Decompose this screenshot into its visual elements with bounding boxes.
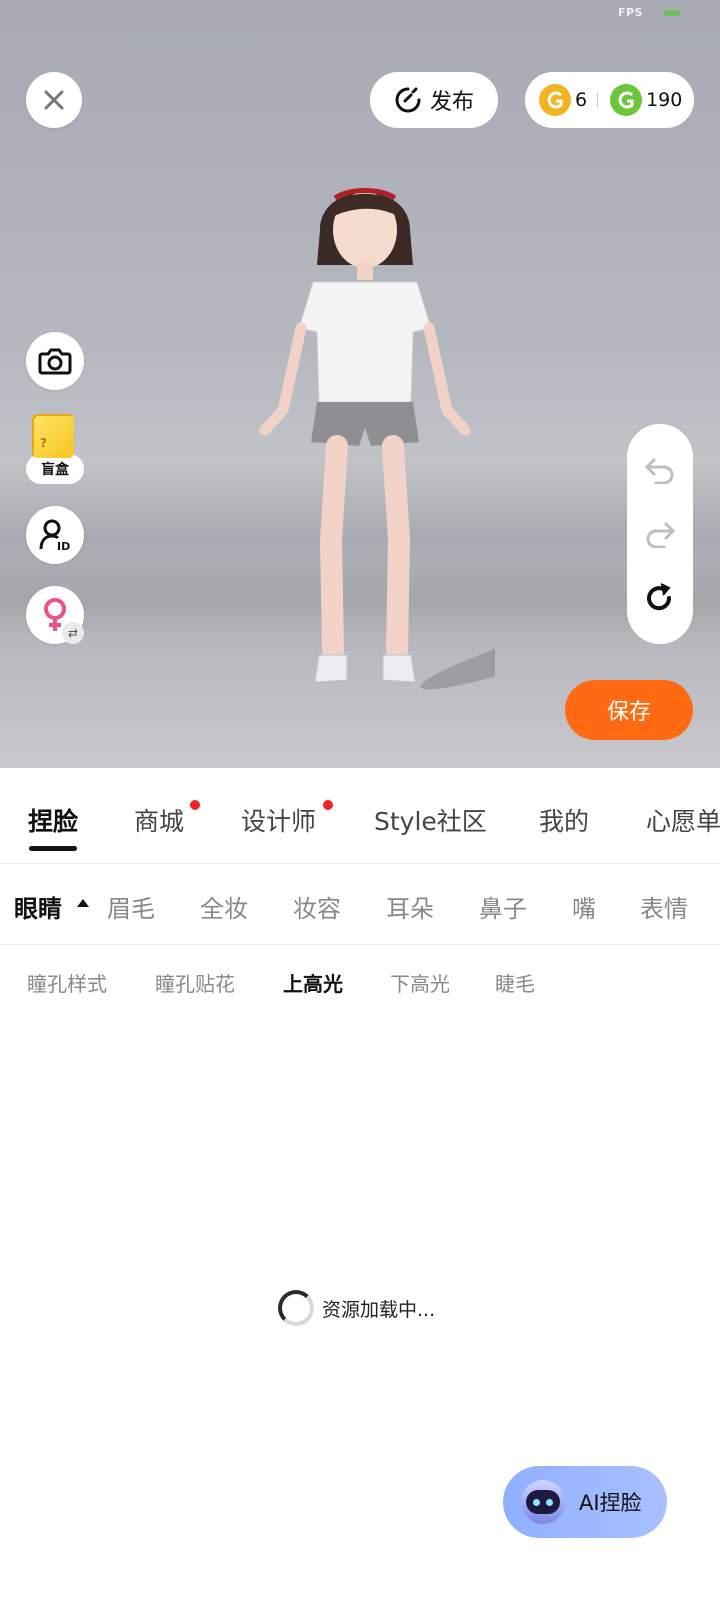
camera-button[interactable]	[26, 332, 84, 390]
avatar-viewport[interactable]: FPS 发布 6 190 盲盒 ? ID ⇄ 保存	[0, 0, 720, 768]
publish-icon	[395, 87, 421, 113]
subtab-makeup[interactable]: 妆容	[293, 889, 341, 924]
caret-up-icon	[77, 899, 89, 907]
loading-text: 资源加载中...	[322, 1298, 436, 1321]
publish-button[interactable]: 发布	[370, 72, 498, 128]
reset-button[interactable]	[640, 578, 680, 618]
tab-face[interactable]: 捏脸	[28, 802, 78, 838]
close-button[interactable]	[26, 72, 82, 128]
tab-designer[interactable]: 设计师	[241, 802, 316, 838]
subtab-eyes[interactable]: 眼睛	[14, 889, 62, 924]
redo-button[interactable]	[640, 514, 680, 554]
tab-style-community[interactable]: Style社区	[374, 802, 487, 838]
undo-icon	[644, 458, 674, 484]
robot-icon	[521, 1480, 565, 1524]
subtab-ears[interactable]: 耳朵	[386, 889, 434, 924]
blindbox-icon: ?	[32, 414, 74, 458]
blindbox-label: 盲盒	[26, 454, 84, 484]
save-button[interactable]: 保存	[565, 680, 693, 740]
close-icon	[44, 90, 64, 110]
gold-coin-count: 6	[575, 89, 588, 111]
fps-indicator	[664, 10, 680, 16]
designer-notification-dot	[323, 800, 333, 810]
gender-switch-button[interactable]: ⇄	[26, 586, 84, 644]
option-pupil-decal[interactable]: 瞳孔贴花	[155, 968, 235, 997]
swap-icon: ⇄	[62, 622, 84, 644]
save-label: 保存	[606, 700, 651, 725]
subtab-nose[interactable]: 鼻子	[479, 889, 527, 924]
option-pupil-style[interactable]: 瞳孔样式	[27, 968, 107, 997]
avatar-id-button[interactable]: ID	[26, 506, 84, 564]
user-id-icon: ID	[39, 519, 70, 552]
main-tabs: 捏脸 商城 设计师 Style社区 我的 心愿单	[0, 770, 720, 864]
undo-button[interactable]	[640, 450, 680, 490]
store-notification-dot	[190, 800, 200, 810]
coin-divider	[597, 93, 599, 107]
eye-option-tabs: 瞳孔样式 瞳孔贴花 上高光 下高光 睫毛	[0, 946, 720, 1020]
subtab-full-makeup[interactable]: 全妆	[200, 889, 248, 924]
redo-icon	[646, 522, 676, 548]
currency-balance[interactable]: 6 190	[525, 72, 694, 128]
active-tab-indicator	[29, 846, 77, 851]
svg-text:ID: ID	[57, 540, 70, 552]
green-coin-icon	[610, 84, 643, 116]
loading-indicator: 资源加载中...	[278, 1290, 435, 1326]
option-lower-highlight[interactable]: 下高光	[390, 968, 450, 997]
camera-icon	[38, 348, 72, 375]
green-coin-count: 190	[646, 89, 683, 111]
history-panel	[627, 424, 693, 644]
publish-label: 发布	[429, 90, 474, 115]
blindbox-button[interactable]: 盲盒 ?	[26, 414, 84, 484]
fps-label: FPS	[618, 6, 643, 19]
spinner-icon	[278, 1290, 314, 1326]
option-eyelashes[interactable]: 睫毛	[495, 968, 535, 997]
ai-face-label: AI捏脸	[579, 1491, 642, 1515]
gold-coin-icon	[539, 84, 571, 116]
subtab-eyebrows[interactable]: 眉毛	[107, 889, 155, 924]
subtab-expression[interactable]: 表情	[640, 889, 688, 924]
tab-store[interactable]: 商城	[134, 802, 184, 838]
subtab-mouth[interactable]: 嘴	[572, 889, 596, 924]
refresh-icon	[647, 583, 672, 611]
ai-face-button[interactable]: AI捏脸	[503, 1466, 667, 1538]
feature-tabs: 眼睛 眉毛 全妆 妆容 耳朵 鼻子 嘴 表情	[0, 865, 720, 945]
option-upper-highlight[interactable]: 上高光	[283, 968, 343, 997]
avatar-model	[259, 188, 495, 690]
tab-mine[interactable]: 我的	[539, 802, 589, 838]
tab-wishlist[interactable]: 心愿单	[646, 802, 720, 838]
